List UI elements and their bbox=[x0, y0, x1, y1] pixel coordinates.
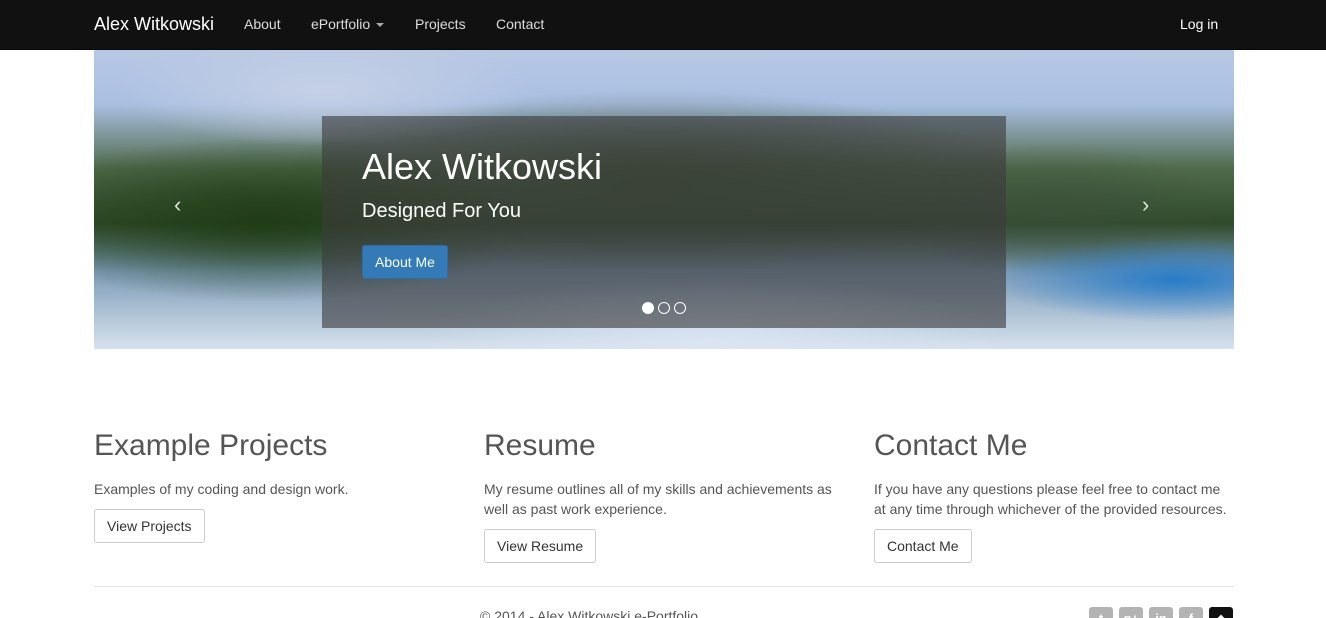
nav-projects[interactable]: Projects bbox=[415, 16, 466, 32]
twitter-icon[interactable]: t bbox=[1089, 607, 1113, 618]
github-icon[interactable]: ◆ bbox=[1209, 607, 1233, 618]
hero-carousel: ‹ Alex Witkowski Designed For You About … bbox=[94, 50, 1234, 349]
feature-resume: Resume My resume outlines all of my skil… bbox=[484, 428, 844, 563]
about-me-button[interactable]: About Me bbox=[362, 245, 448, 279]
carousel-indicator-1[interactable] bbox=[642, 302, 654, 314]
carousel-prev-icon[interactable]: ‹ bbox=[174, 194, 181, 216]
caret-down-icon bbox=[376, 23, 385, 28]
contact-me-button[interactable]: Contact Me bbox=[874, 529, 972, 563]
top-navbar: Alex Witkowski About ePortfolio Projects… bbox=[0, 0, 1326, 50]
brand-link[interactable]: Alex Witkowski bbox=[94, 14, 214, 35]
google-plus-icon[interactable]: g+ bbox=[1119, 607, 1143, 618]
carousel-indicator-3[interactable] bbox=[674, 302, 686, 314]
carousel-indicator-2[interactable] bbox=[658, 302, 670, 314]
carousel-caption: Alex Witkowski Designed For You About Me bbox=[322, 116, 1006, 328]
login-link[interactable]: Log in bbox=[1180, 16, 1218, 32]
footer-divider bbox=[94, 586, 1234, 587]
feature-contact: Contact Me If you have any questions ple… bbox=[874, 428, 1234, 563]
footer-copyright: © 2014 - Alex Witkowski e-Portfolio bbox=[480, 608, 699, 618]
feature-heading: Contact Me bbox=[874, 429, 1028, 462]
feature-heading: Example Projects bbox=[94, 429, 328, 462]
nav-contact[interactable]: Contact bbox=[496, 16, 544, 32]
feature-text: If you have any questions please feel fr… bbox=[874, 481, 1227, 517]
facebook-icon[interactable]: f bbox=[1179, 607, 1203, 618]
linkedin-icon[interactable]: in bbox=[1149, 607, 1173, 618]
view-resume-button[interactable]: View Resume bbox=[484, 529, 597, 563]
feature-text: My resume outlines all of my skills and … bbox=[484, 481, 832, 517]
feature-heading: Resume bbox=[484, 429, 596, 462]
nav-eportfolio-label: ePortfolio bbox=[311, 16, 371, 32]
view-projects-button[interactable]: View Projects bbox=[94, 509, 205, 543]
feature-text: Examples of my coding and design work. bbox=[94, 481, 349, 497]
hero-title: Alex Witkowski bbox=[362, 146, 603, 187]
feature-projects: Example Projects Examples of my coding a… bbox=[94, 428, 454, 543]
hero-subtitle: Designed For You bbox=[362, 200, 522, 222]
nav-about[interactable]: About bbox=[244, 16, 281, 32]
nav-eportfolio-dropdown[interactable]: ePortfolio bbox=[311, 16, 385, 32]
carousel-next-icon[interactable]: › bbox=[1142, 194, 1149, 216]
